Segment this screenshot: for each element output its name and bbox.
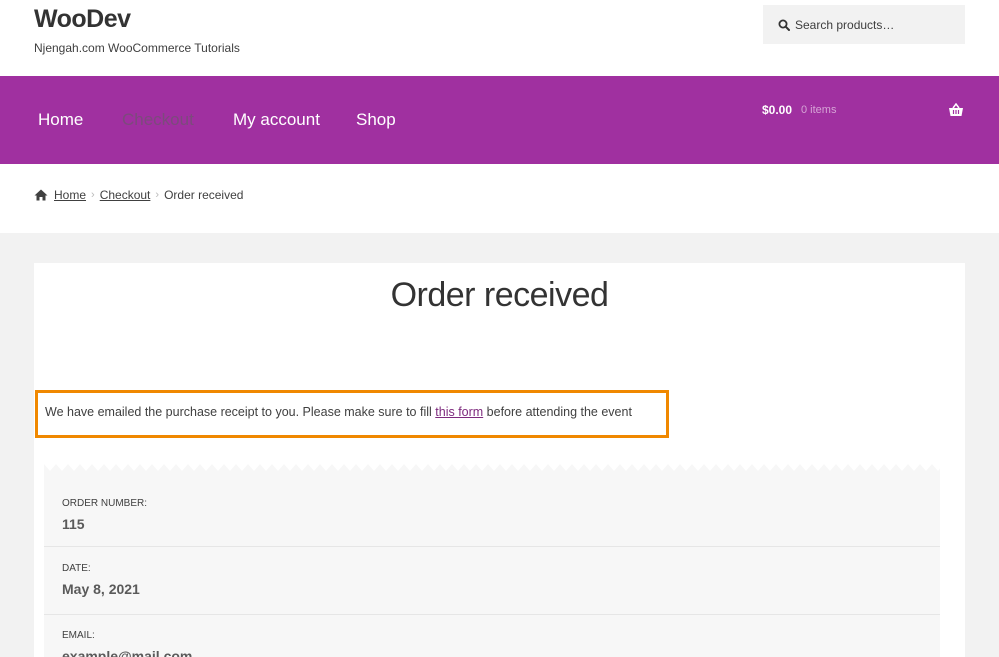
product-search xyxy=(763,5,965,44)
basket-icon xyxy=(949,103,963,116)
cart-count: 0 items xyxy=(801,104,837,116)
order-date-value: May 8, 2021 xyxy=(62,581,140,597)
order-received-card: Order received We have emailed the purch… xyxy=(34,263,965,657)
site-title[interactable]: WooDev xyxy=(34,5,131,34)
order-email-item: EMAIL: example@mail.com xyxy=(44,615,940,657)
order-email-label: EMAIL: xyxy=(62,630,95,641)
search-input[interactable] xyxy=(795,5,960,44)
order-number-value: 115 xyxy=(62,516,85,532)
header-cart[interactable]: $0.00 0 items xyxy=(762,103,966,123)
order-number-label: ORDER NUMBER: xyxy=(62,498,148,509)
notice-text-after: before attending the event xyxy=(483,405,632,419)
page-title: Order received xyxy=(390,276,609,314)
zigzag-edge xyxy=(44,464,940,471)
notice-text-before: We have emailed the purchase receipt to … xyxy=(45,405,436,419)
nav-item-checkout[interactable]: Checkout xyxy=(122,110,194,130)
order-overview: ORDER NUMBER: 115 DATE: May 8, 2021 EMAI… xyxy=(44,464,940,657)
breadcrumb: Home › Checkout › Order received xyxy=(34,187,243,203)
thank-you-notice: We have emailed the purchase receipt to … xyxy=(35,390,669,438)
notice-text: We have emailed the purchase receipt to … xyxy=(45,405,632,419)
home-icon xyxy=(34,189,48,201)
order-email-value: example@mail.com xyxy=(62,648,193,657)
chevron-right-icon: › xyxy=(91,189,95,201)
site-tagline: Njengah.com WooCommerce Tutorials xyxy=(34,41,240,55)
form-link[interactable]: this form xyxy=(435,405,483,419)
order-date-label: DATE: xyxy=(62,563,91,574)
breadcrumb-current: Order received xyxy=(164,188,244,202)
breadcrumb-home-link[interactable]: Home xyxy=(54,188,86,202)
nav-item-my-account[interactable]: My account xyxy=(233,110,320,130)
chevron-right-icon: › xyxy=(155,189,160,201)
site-header: WooDev Njengah.com WooCommerce Tutorials xyxy=(0,0,999,76)
order-number-item: ORDER NUMBER: 115 xyxy=(44,474,940,547)
nav-item-home[interactable]: Home xyxy=(38,110,83,130)
order-date-item: DATE: May 8, 2021 xyxy=(44,548,940,615)
primary-navigation: Home Checkout My account Shop $0.00 0 it… xyxy=(0,76,999,164)
breadcrumb-checkout-link[interactable]: Checkout xyxy=(100,188,151,202)
nav-item-shop[interactable]: Shop xyxy=(356,110,396,130)
search-icon xyxy=(778,19,790,31)
cart-amount: $0.00 xyxy=(762,103,793,117)
